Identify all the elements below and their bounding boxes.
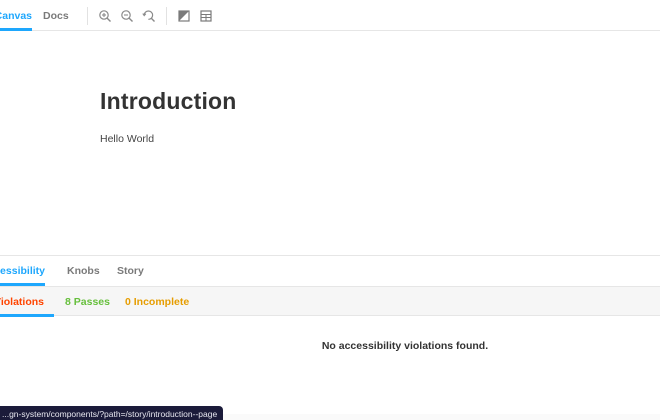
grid-icon xyxy=(200,10,212,22)
tab-knobs-label: Knobs xyxy=(67,265,100,277)
tab-violations[interactable]: 0 Violations xyxy=(0,287,54,317)
tab-story[interactable]: Story xyxy=(117,256,144,286)
tab-story-label: Story xyxy=(117,265,144,277)
zoom-reset-button[interactable] xyxy=(142,9,156,23)
addons-panel: Accessibility Knobs Story 0 Violations 8… xyxy=(0,255,660,420)
addon-tabs: Accessibility Knobs Story xyxy=(0,256,660,286)
background-button[interactable] xyxy=(177,9,191,23)
zoom-in-icon xyxy=(99,10,111,22)
preview-toolbar: Canvas Docs xyxy=(0,0,660,31)
zoom-out-icon xyxy=(121,10,133,22)
story-title: Introduction xyxy=(100,88,237,114)
tab-accessibility-label: Accessibility xyxy=(0,265,45,277)
tab-canvas[interactable]: Canvas xyxy=(0,0,32,31)
tab-incomplete-label: 0 Incomplete xyxy=(125,296,190,308)
tab-incomplete[interactable]: 0 Incomplete xyxy=(125,287,189,316)
story-preview: Introduction Hello World xyxy=(0,31,660,255)
no-violations-message: No accessibility violations found. xyxy=(321,340,489,352)
zoom-reset-icon xyxy=(142,10,155,22)
background-icon xyxy=(178,10,190,22)
tab-docs-label: Docs xyxy=(43,10,69,22)
zoom-in-button[interactable] xyxy=(98,9,112,23)
story-text: Hello World xyxy=(100,133,155,145)
toolbar-divider xyxy=(166,7,167,25)
toolbar-divider xyxy=(87,7,88,25)
tab-knobs[interactable]: Knobs xyxy=(67,256,100,286)
tab-passes-label: 8 Passes xyxy=(65,296,110,308)
tab-passes[interactable]: 8 Passes xyxy=(65,287,110,316)
grid-button[interactable] xyxy=(199,9,213,23)
zoom-out-button[interactable] xyxy=(120,9,134,23)
status-link-url: ...gn-system/components/?path=/story/int… xyxy=(0,406,224,420)
tab-canvas-label: Canvas xyxy=(0,10,32,22)
storybook-window: Canvas Docs xyxy=(0,0,660,420)
tab-accessibility[interactable]: Accessibility xyxy=(0,256,45,286)
tab-violations-label: 0 Violations xyxy=(0,296,44,308)
a11y-result-tabs: 0 Violations 8 Passes 0 Incomplete xyxy=(0,286,660,317)
tab-docs[interactable]: Docs xyxy=(43,0,69,31)
